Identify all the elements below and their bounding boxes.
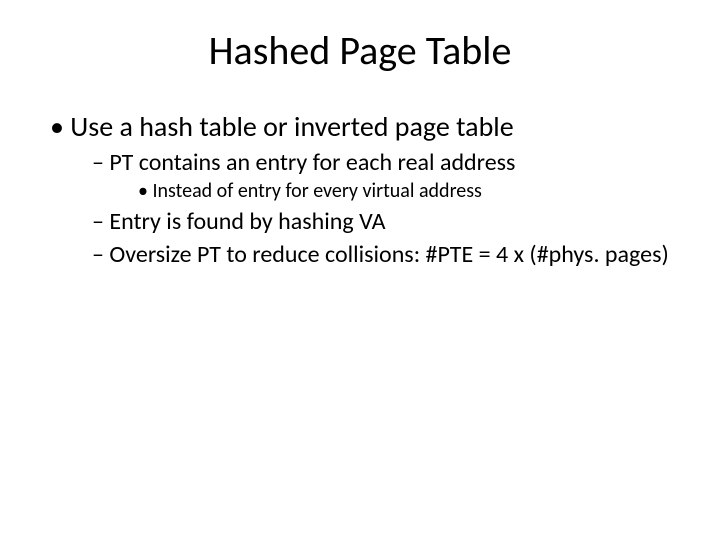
bullet-list: Use a hash table or inverted page table … (40, 109, 680, 269)
bullet-level1: Use a hash table or inverted page table (50, 109, 680, 144)
bullet-text: Use a hash table or inverted page table (70, 109, 513, 144)
bullet-level2: PT contains an entry for each real addre… (92, 148, 680, 177)
bullet-text: Instead of entry for every virtual addre… (152, 179, 481, 203)
slide-title: Hashed Page Table (40, 26, 680, 75)
bullet-level2: Oversize PT to reduce collisions: #PTE =… (92, 240, 680, 269)
bullet-level2: Entry is found by hashing VA (92, 207, 680, 236)
bullet-text: Entry is found by hashing VA (109, 207, 385, 236)
bullet-text: Oversize PT to reduce collisions: #PTE =… (109, 240, 668, 269)
bullet-level3: Instead of entry for every virtual addre… (138, 179, 680, 203)
slide: Hashed Page Table Use a hash table or in… (0, 0, 720, 540)
bullet-text: PT contains an entry for each real addre… (109, 148, 515, 177)
